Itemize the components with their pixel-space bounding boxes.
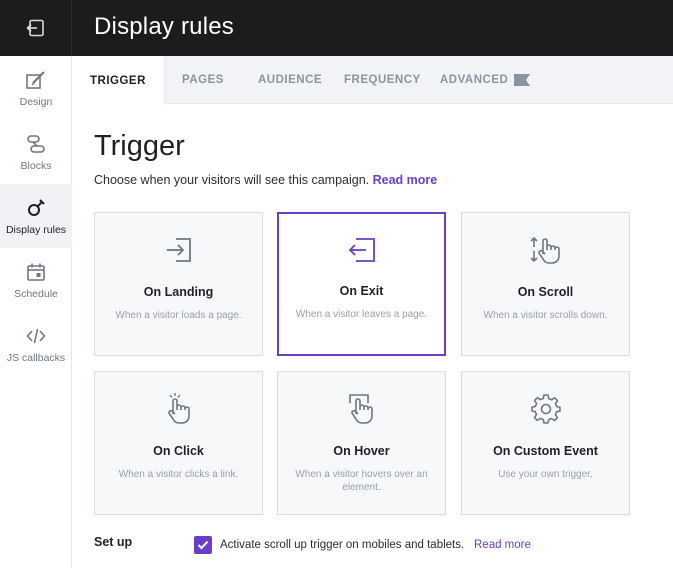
exit-icon	[348, 238, 375, 262]
sidebar-item-label: JS callbacks	[6, 351, 66, 364]
trigger-card-on-custom-event[interactable]: On Custom Event Use your own trigger.	[461, 371, 630, 515]
tab-trigger[interactable]: TRIGGER	[72, 56, 165, 105]
click-hand-icon	[167, 393, 190, 424]
sidebar-item-label: Display rules	[5, 223, 67, 236]
page-title: Trigger	[94, 130, 185, 162]
subtitle-text: Choose when your visitors will see this …	[94, 173, 370, 187]
tab-frequency[interactable]: FREQUENCY	[344, 56, 421, 104]
card-description: When a visitor clicks a link.	[118, 469, 239, 480]
blocks-icon	[27, 134, 45, 153]
tab-bar: TRIGGER PAGES AUDIENCE FREQUENCY ADVANCE…	[72, 56, 673, 105]
trigger-card-on-scroll[interactable]: On Scroll When a visitor scrolls down.	[461, 212, 630, 356]
card-title: On Exit	[339, 284, 384, 298]
sidebar-item-schedule[interactable]: Schedule	[0, 248, 72, 312]
card-title: On Custom Event	[493, 444, 598, 458]
enter-icon	[166, 238, 191, 262]
tab-advanced[interactable]: ADVANCED	[440, 56, 531, 104]
card-title: On Hover	[333, 444, 390, 458]
calendar-icon	[27, 263, 45, 281]
exit-icon	[25, 19, 44, 37]
trigger-card-on-click[interactable]: On Click When a visitor clicks a link.	[94, 371, 263, 515]
checkmark-icon	[197, 540, 209, 550]
setup-read-more-link[interactable]: Read more	[474, 539, 531, 551]
display-rules-icon	[28, 198, 45, 216]
card-title: On Landing	[143, 285, 214, 299]
trigger-card-on-hover[interactable]: On Hover When a visitor hovers over an e…	[277, 371, 446, 515]
card-description: When a visitor leaves a page.	[295, 309, 428, 320]
card-description: Use your own trigger.	[498, 469, 593, 480]
sidebar-item-blocks[interactable]: Blocks	[0, 120, 72, 184]
sidebar-item-label: Blocks	[20, 159, 52, 172]
exit-editor-button[interactable]	[0, 0, 72, 56]
card-description: When a visitor hovers over an element.	[295, 469, 428, 493]
scroll-up-mobile-checkbox[interactable]	[194, 536, 212, 554]
sidebar-item-display-rules[interactable]: Display rules	[0, 184, 72, 248]
card-description: When a visitor scrolls down.	[483, 310, 608, 321]
sidebar-item-js-callbacks[interactable]: JS callbacks	[0, 312, 72, 376]
card-title: On Click	[153, 444, 204, 458]
sidebar-item-label: Design	[19, 95, 53, 108]
tab-pages[interactable]: PAGES	[182, 56, 224, 104]
page-header-title: Display rules	[94, 13, 234, 40]
tab-audience[interactable]: AUDIENCE	[258, 56, 322, 104]
sidebar: Design Blocks Display rules Schedule JS …	[0, 56, 72, 568]
trigger-card-on-landing[interactable]: On Landing When a visitor loads a page.	[94, 212, 263, 356]
trigger-card-on-exit[interactable]: On Exit When a visitor leaves a page.	[277, 212, 446, 356]
read-more-link[interactable]: Read more	[373, 173, 438, 187]
card-description: When a visitor loads a page.	[115, 310, 242, 321]
setup-label: Set up	[94, 535, 133, 549]
top-header: Display rules	[0, 0, 673, 56]
hover-hand-icon	[348, 394, 373, 424]
scroll-hand-icon	[529, 236, 560, 264]
card-title: On Scroll	[517, 285, 574, 299]
page-subtitle: Choose when your visitors will see this …	[94, 173, 437, 187]
checkbox-label: Activate scroll up trigger on mobiles an…	[220, 539, 465, 551]
tab-advanced-label: ADVANCED	[440, 74, 509, 86]
sidebar-item-label: Schedule	[14, 287, 58, 300]
gear-icon	[530, 394, 561, 424]
code-icon	[26, 328, 46, 343]
flag-icon	[514, 74, 531, 86]
sidebar-item-design[interactable]: Design	[0, 56, 72, 120]
paintbrush-icon	[26, 70, 45, 89]
